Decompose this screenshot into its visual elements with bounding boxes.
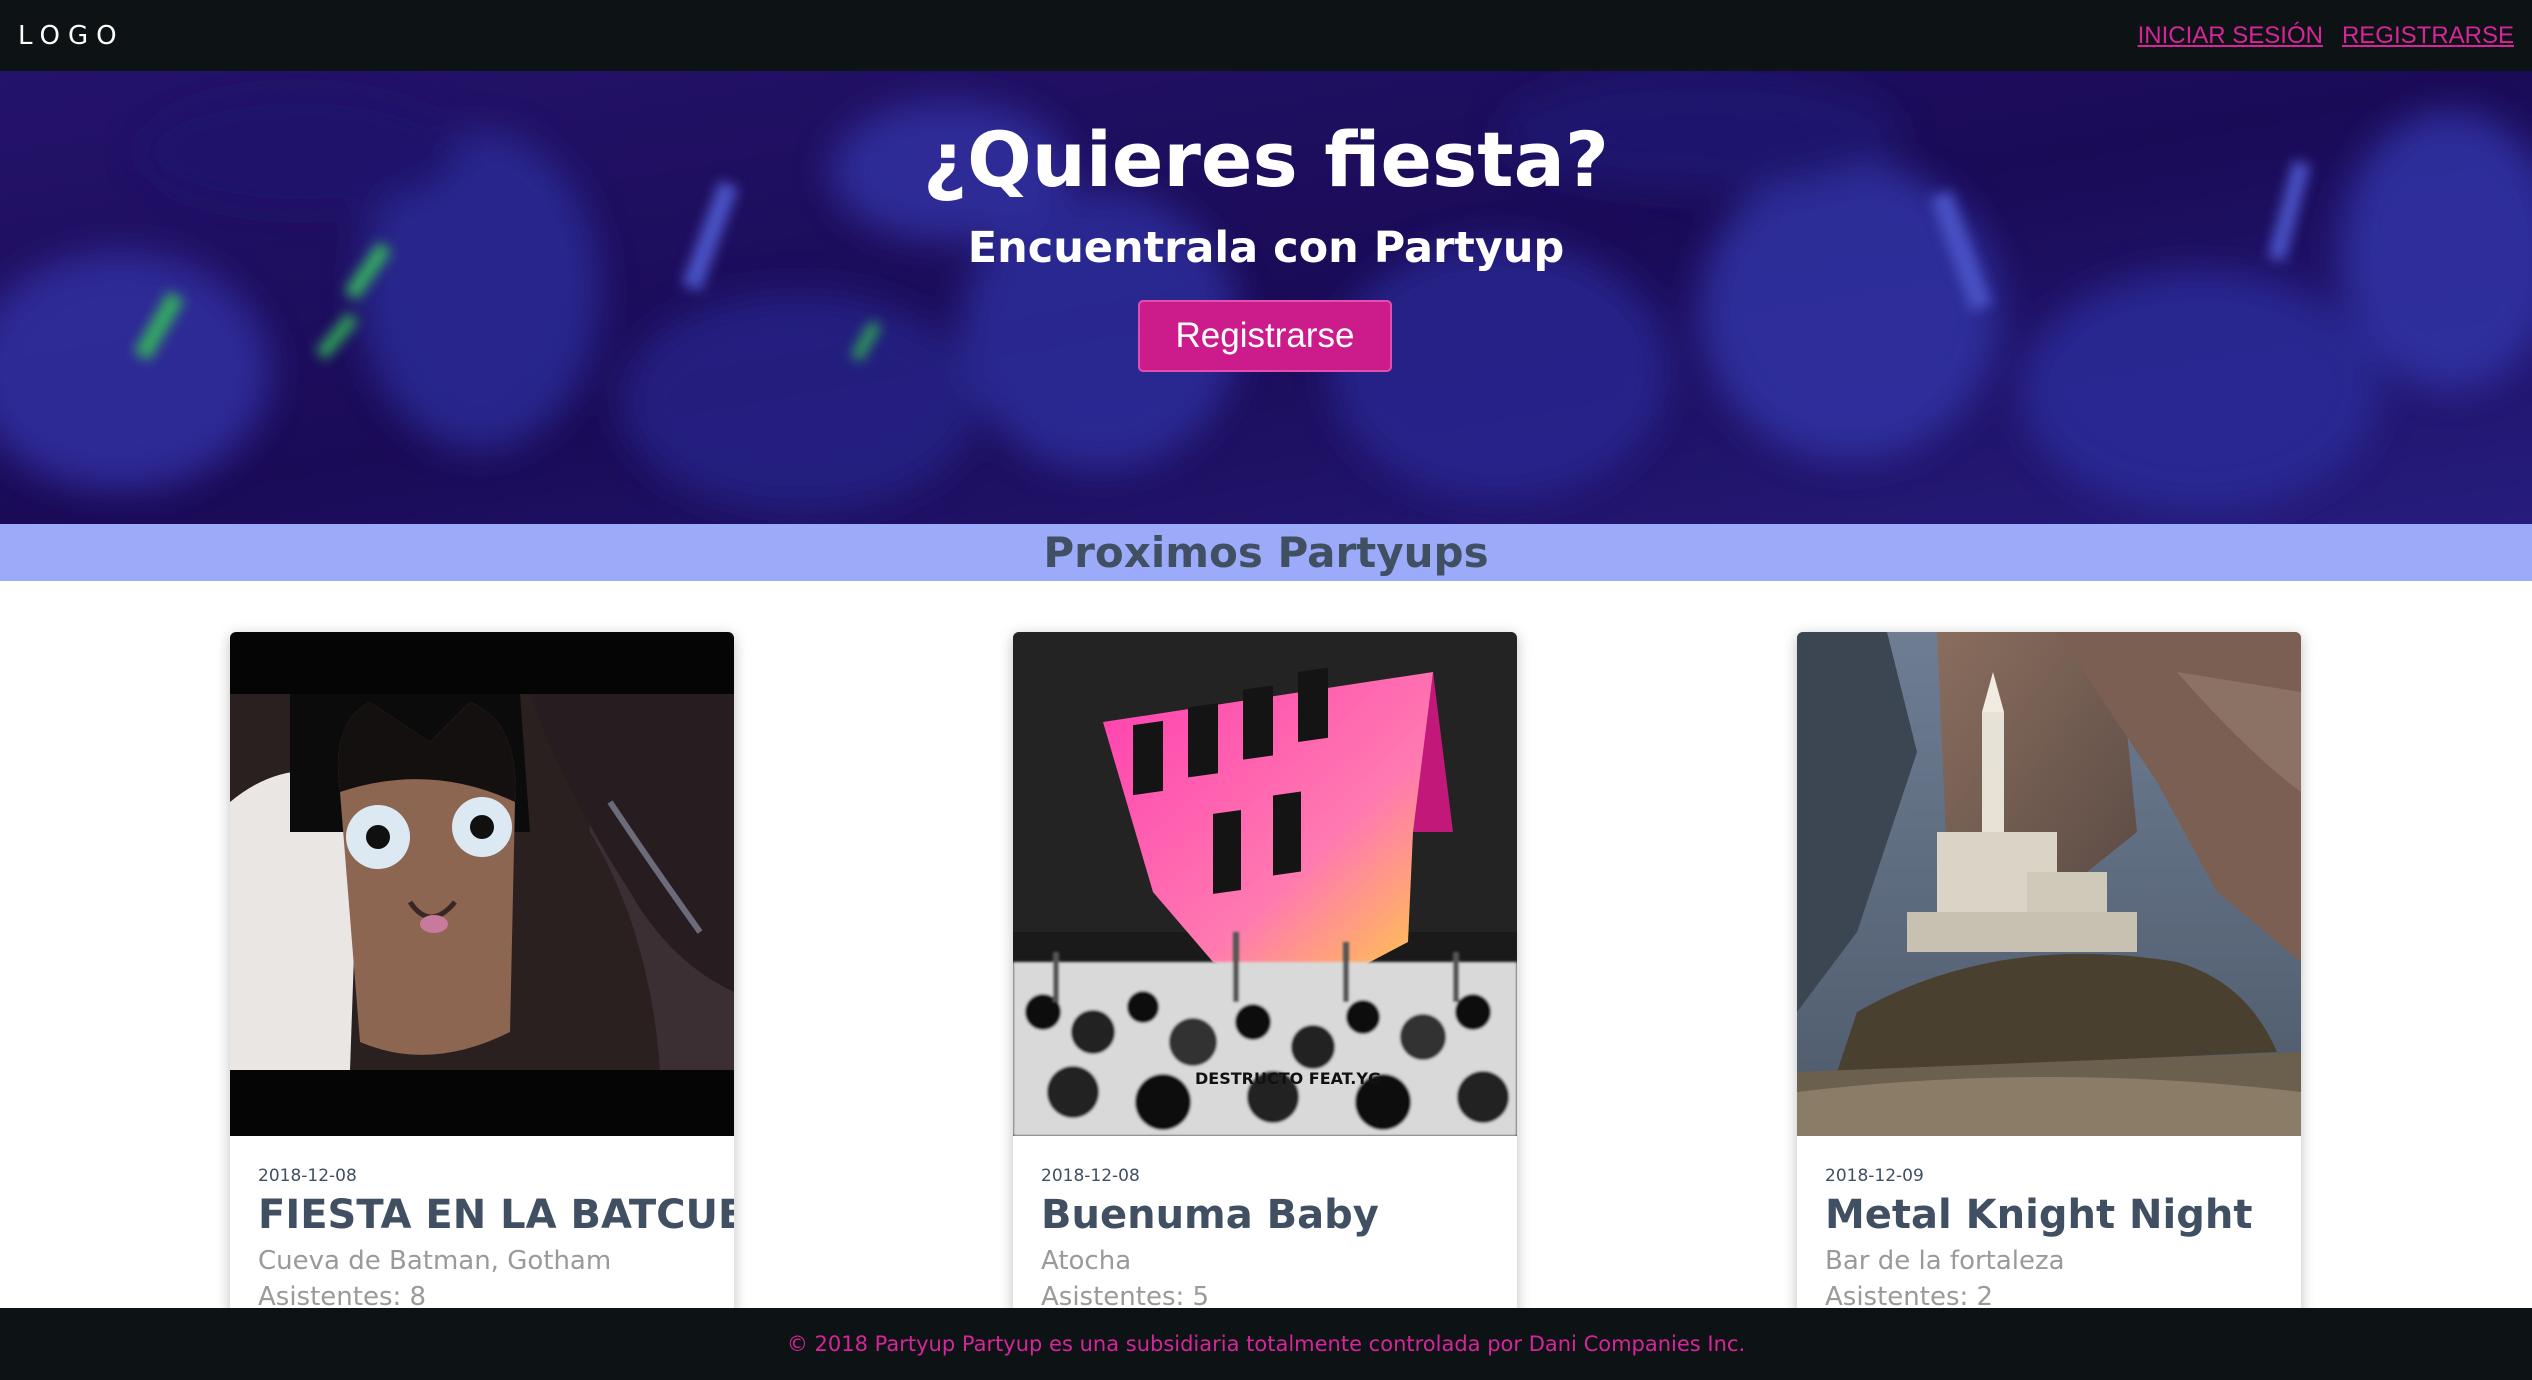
register-link[interactable]: REGISTRARSE [2342, 22, 2514, 50]
hero-banner: ¿Quieres fiesta? Encuentrala con Partyup… [0, 71, 2532, 524]
hero-register-button[interactable]: Registrarse [1138, 300, 1392, 372]
login-link[interactable]: INICIAR SESIÓN [2138, 22, 2323, 50]
event-place: Cueva de Batman, Gotham [258, 1246, 612, 1276]
event-card[interactable]: 2018-12-09 Metal Knight Night Bar de la … [1797, 632, 2301, 1332]
section-title: Proximos Partyups [1043, 528, 1489, 577]
logo[interactable]: LOGO [18, 21, 125, 51]
hero-subtitle: Encuentrala con Partyup [967, 223, 1565, 273]
event-image-fortress-city [1797, 632, 2301, 1136]
footer: © 2018 Partyup Partyup es una subsidiari… [0, 1308, 2532, 1380]
footer-copyright: © 2018 Partyup Partyup es una subsidiari… [786, 1332, 1746, 1356]
event-title[interactable]: Metal Knight Night [1825, 1192, 2295, 1238]
event-date: 2018-12-08 [258, 1166, 357, 1186]
poster-caption: DESTRUCTO FEAT.YG [1195, 1069, 1381, 1088]
event-title[interactable]: FIESTA EN LA BATCUEVA [258, 1192, 734, 1238]
event-place: Bar de la fortaleza [1825, 1246, 2065, 1276]
event-card[interactable]: DESTRUCTO FEAT.YG 2018-12-08 Buenuma Bab… [1013, 632, 1517, 1332]
event-date: 2018-12-09 [1825, 1166, 1924, 1186]
hero-content: ¿Quieres fiesta? Encuentrala con Partyup… [0, 71, 2532, 524]
event-image-batman-owl [230, 632, 734, 1136]
page: LOGO INICIAR SESIÓN REGISTRARSE ¿Quieres… [0, 0, 2532, 1380]
hero-title: ¿Quieres fiesta? [923, 115, 1609, 204]
event-title[interactable]: Buenuma Baby [1041, 1192, 1511, 1238]
event-image-partyup-poster: DESTRUCTO FEAT.YG [1013, 632, 1517, 1136]
event-place: Atocha [1041, 1246, 1132, 1276]
event-date: 2018-12-08 [1041, 1166, 1140, 1186]
navbar: LOGO INICIAR SESIÓN REGISTRARSE [0, 0, 2532, 71]
event-card[interactable]: 2018-12-08 FIESTA EN LA BATCUEVA Cueva d… [230, 632, 734, 1332]
nav-links: INICIAR SESIÓN REGISTRARSE [2138, 22, 2514, 50]
upcoming-section-header: Proximos Partyups [0, 524, 2532, 581]
